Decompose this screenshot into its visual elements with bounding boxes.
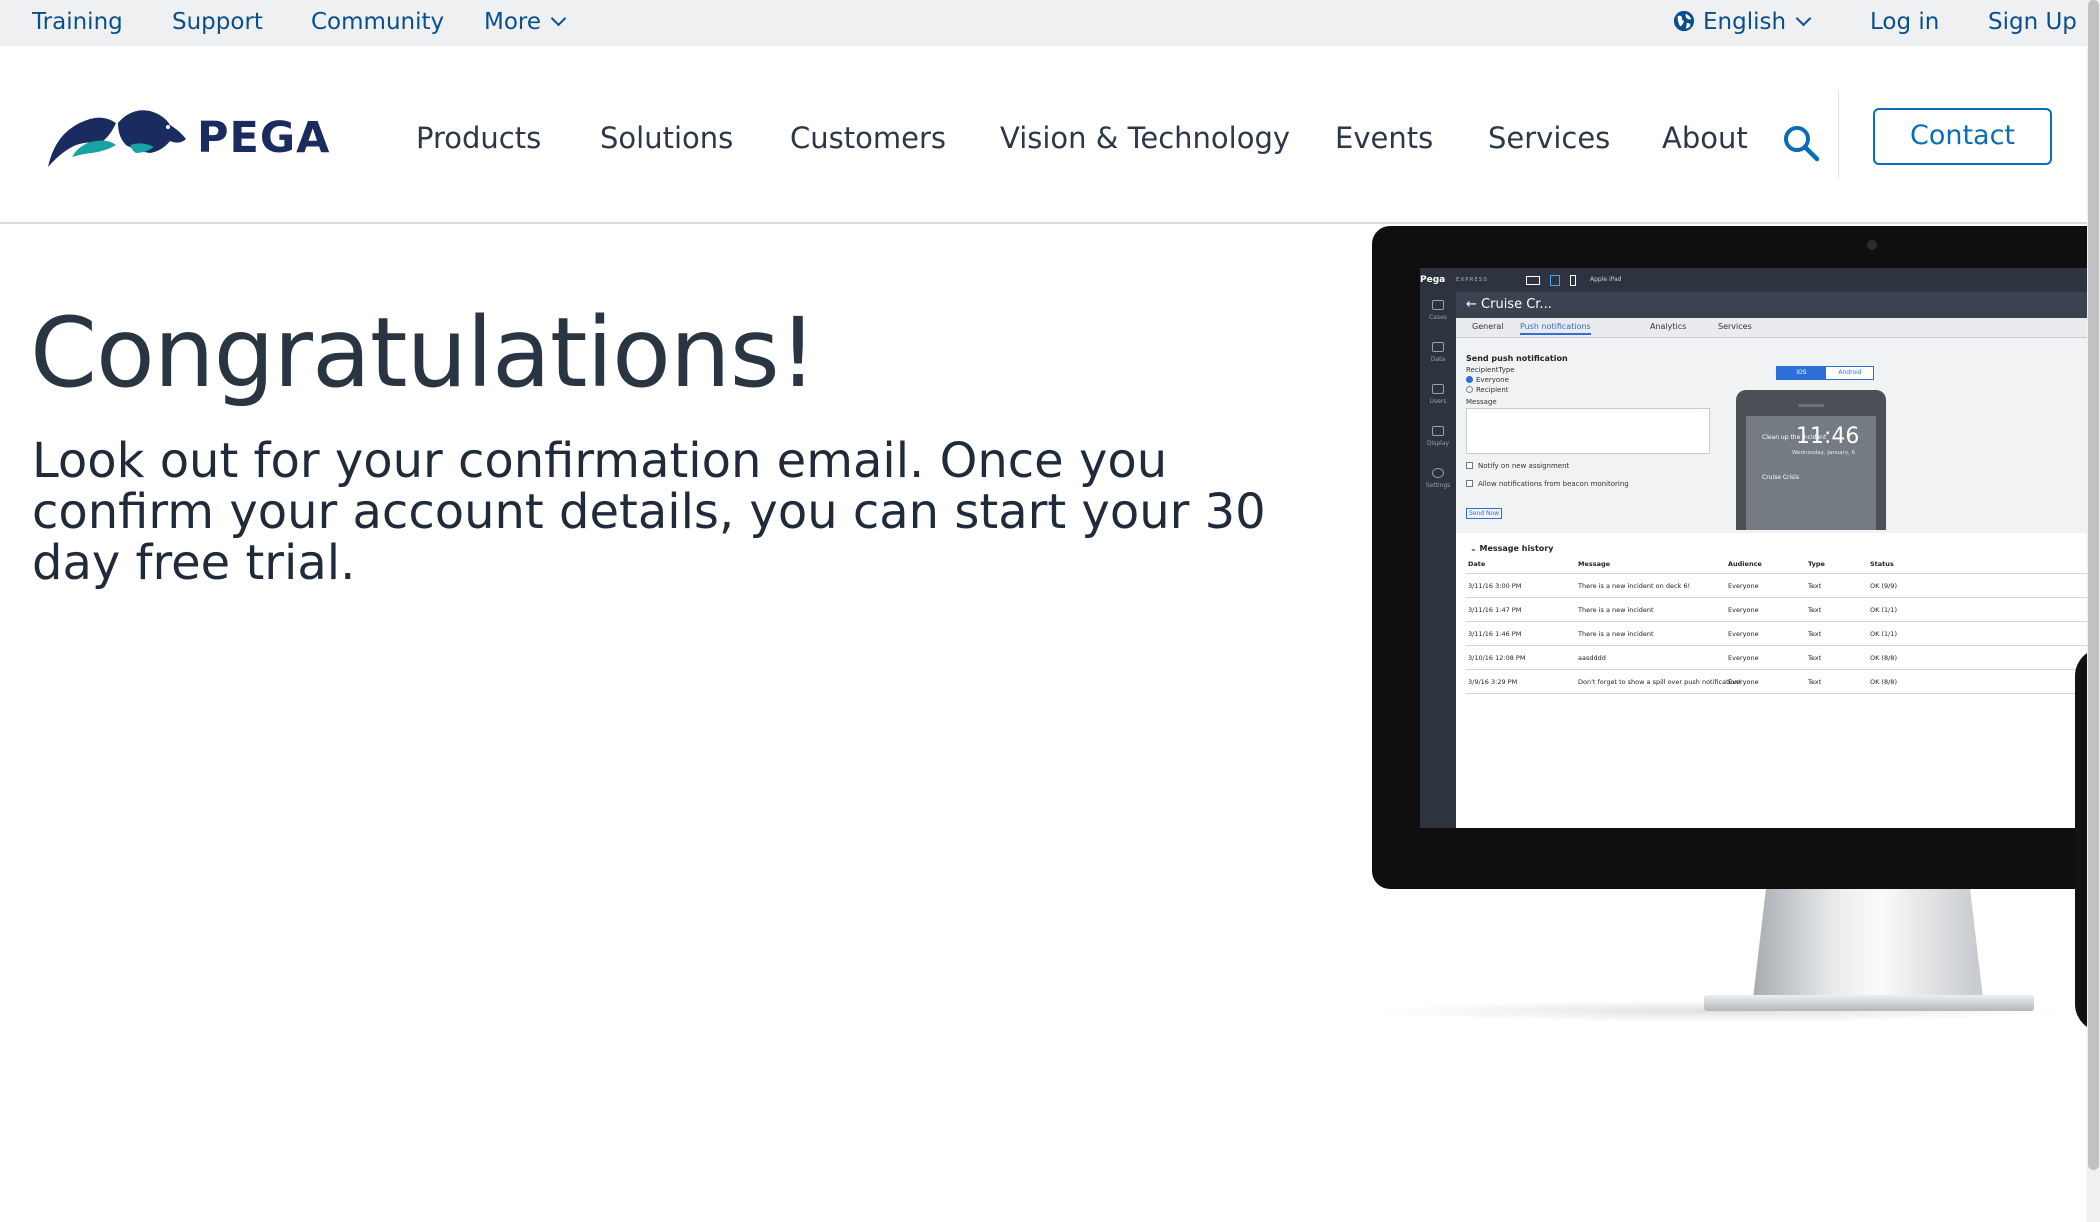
data-icon xyxy=(1432,342,1444,352)
tablet-view-icon xyxy=(1550,275,1560,286)
col-status: Status xyxy=(1870,560,1894,568)
page-title: Congratulations! xyxy=(30,297,817,409)
table-row: 3/11/16 3:00 PM There is a new incident … xyxy=(1466,574,2100,598)
scrollbar-thumb[interactable] xyxy=(2088,0,2099,1170)
radio-recipient xyxy=(1466,386,1473,393)
notify-label: Notify on new assignment xyxy=(1478,462,1570,470)
monitor-illustration: Pega EXPRESS Apple iPad Cases Data Users… xyxy=(1372,226,2100,889)
app-brand-sub: EXPRESS xyxy=(1456,277,1488,283)
sidebar-settings: Settings xyxy=(1425,482,1451,489)
app-screenshot: Pega EXPRESS Apple iPad Cases Data Users… xyxy=(1420,268,2100,828)
col-audience: Audience xyxy=(1728,560,1762,568)
more-label: More xyxy=(484,9,542,35)
preview-speaker xyxy=(1798,404,1824,407)
confirmation-message: Look out for your confirmation email. On… xyxy=(32,433,1266,591)
ios-option: iOS xyxy=(1777,367,1826,379)
chevron-down-icon xyxy=(550,10,567,27)
app-page-title: Cruise Cr... xyxy=(1481,297,1552,312)
main-navigation: PEGA Products Solutions Customers Vision… xyxy=(0,46,2100,224)
desktop-view-icon xyxy=(1526,276,1540,285)
cases-icon xyxy=(1432,300,1444,310)
contact-button[interactable]: Contact xyxy=(1873,108,2052,165)
table-header: Date Message Audience Type Status xyxy=(1466,556,2100,574)
nav-divider xyxy=(1838,90,1839,178)
app-page-header: ← Cruise Cr... xyxy=(1456,292,2100,318)
table-row: 3/11/16 1:47 PM There is a new incident … xyxy=(1466,598,2100,622)
beacon-checkbox xyxy=(1466,480,1473,487)
display-icon xyxy=(1432,426,1444,436)
language-selector[interactable]: English xyxy=(1673,8,1812,36)
preview-screen: 11:46 Wednesday, January, 6 Clean up the… xyxy=(1746,416,1876,530)
col-date: Date xyxy=(1468,560,1486,568)
app-brand: Pega xyxy=(1420,275,1446,285)
android-option: Android xyxy=(1838,369,1862,376)
brand-wordmark: PEGA xyxy=(197,113,331,163)
app-sidebar: Cases Data Users Display Settings xyxy=(1420,292,1456,828)
app-tab-services: Services xyxy=(1718,322,1752,331)
app-tab-push: Push notifications xyxy=(1520,322,1591,335)
globe-icon xyxy=(1673,10,1695,32)
settings-icon xyxy=(1432,468,1444,478)
nav-about[interactable]: About xyxy=(1662,120,1748,156)
pega-horse-icon xyxy=(48,110,186,167)
utility-link-community[interactable]: Community xyxy=(311,8,444,36)
col-type: Type xyxy=(1808,560,1825,568)
platform-toggle: iOS Android xyxy=(1776,366,1874,380)
sidebar-data: Data xyxy=(1430,356,1446,363)
utility-bar: Training Support Community More English … xyxy=(0,0,2100,46)
nav-vision-technology[interactable]: Vision & Technology xyxy=(1000,120,1290,156)
app-topbar: Pega EXPRESS Apple iPad xyxy=(1420,268,2100,292)
phone-view-icon xyxy=(1570,275,1576,286)
nav-services[interactable]: Services xyxy=(1488,120,1610,156)
pega-logo[interactable]: PEGA xyxy=(46,101,336,173)
radio-everyone xyxy=(1466,376,1473,383)
nav-events[interactable]: Events xyxy=(1335,120,1433,156)
preview-date: Wednesday, January, 6 xyxy=(1792,450,1856,456)
device-select: Apple iPad xyxy=(1590,276,1622,283)
form-heading: Send push notification xyxy=(1466,354,1568,363)
monitor-camera xyxy=(1867,240,1877,250)
login-link[interactable]: Log in xyxy=(1870,8,1939,36)
signup-link[interactable]: Sign Up xyxy=(1988,8,2077,36)
sidebar-display: Display xyxy=(1426,440,1450,447)
nav-solutions[interactable]: Solutions xyxy=(600,120,733,156)
sidebar-cases: Cases xyxy=(1429,314,1447,321)
preview-crisis: Cruise Crisis xyxy=(1762,474,1800,481)
users-icon xyxy=(1432,384,1444,394)
col-message: Message xyxy=(1578,560,1611,568)
message-box xyxy=(1466,408,1710,454)
message-label: Message xyxy=(1466,398,1497,406)
app-tab-general: General xyxy=(1472,322,1504,331)
app-tabs: General Push notifications Analytics Ser… xyxy=(1456,318,2100,338)
utility-link-support[interactable]: Support xyxy=(172,8,263,36)
notify-checkbox xyxy=(1466,462,1473,469)
history-title: ⌄ Message history xyxy=(1470,544,1554,553)
monitor-stand xyxy=(1752,889,1984,1007)
chevron-down-icon xyxy=(1795,10,1812,27)
table-row: 3/10/16 12:08 PM aasdddd Everyone Text O… xyxy=(1466,646,2100,670)
option-recipient: Recipient xyxy=(1476,386,1509,394)
table-row: 3/9/16 3:29 PM Don't forget to show a sp… xyxy=(1466,670,2100,694)
utility-more-menu[interactable]: More xyxy=(484,8,567,36)
language-label: English xyxy=(1703,9,1787,35)
option-everyone: Everyone xyxy=(1476,376,1509,384)
beacon-label: Allow notifications from beacon monitori… xyxy=(1478,480,1629,488)
phone-preview: 11:46 Wednesday, January, 6 Clean up the… xyxy=(1736,390,1886,530)
table-row: 3/11/16 1:46 PM There is a new incident … xyxy=(1466,622,2100,646)
push-form: Send push notification RecipientType Eve… xyxy=(1456,338,2100,533)
preview-notification: Clean up the incident xyxy=(1762,434,1827,441)
utility-link-training[interactable]: Training xyxy=(32,8,123,36)
nav-customers[interactable]: Customers xyxy=(790,120,946,156)
nav-products[interactable]: Products xyxy=(416,120,541,156)
app-tab-analytics: Analytics xyxy=(1650,322,1687,331)
monitor-stand-base xyxy=(1704,995,2034,1011)
recipient-type-label: RecipientType xyxy=(1466,366,1515,374)
sidebar-users: Users xyxy=(1429,398,1447,405)
search-icon[interactable] xyxy=(1781,123,1821,163)
send-now-button: Send Now xyxy=(1466,508,1502,519)
